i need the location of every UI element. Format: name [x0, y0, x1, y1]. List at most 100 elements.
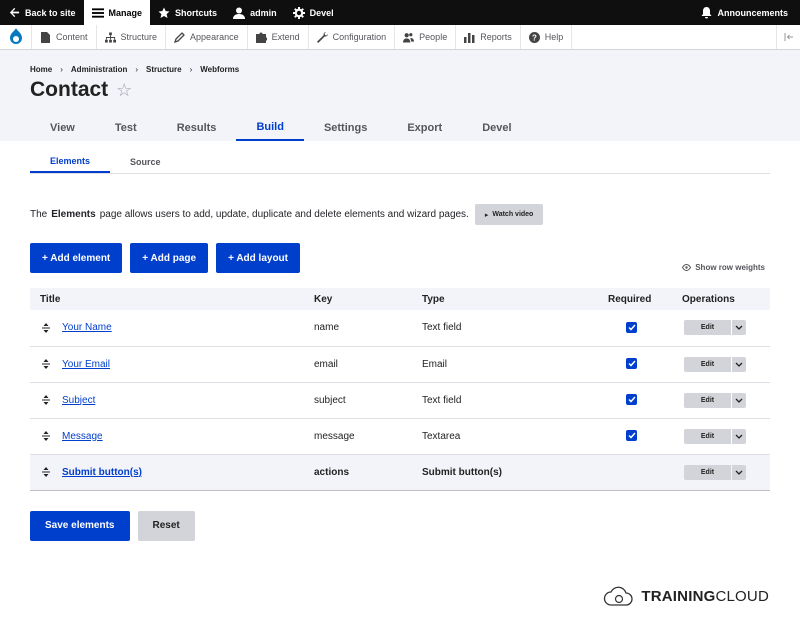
devel-tab[interactable]: Devel: [285, 0, 342, 25]
add-element-button[interactable]: + Add element: [30, 243, 123, 273]
tray-item-configuration[interactable]: Configuration: [309, 25, 396, 49]
tab-devel[interactable]: Devel: [462, 114, 531, 141]
tray-item-extend[interactable]: Extend: [248, 25, 309, 49]
operations-dropbutton: Edit: [684, 320, 746, 336]
tab-export[interactable]: Export: [387, 114, 462, 141]
add-layout-button[interactable]: + Add layout: [216, 243, 300, 273]
dropbutton-toggle[interactable]: [732, 464, 746, 480]
tab-test[interactable]: Test: [95, 114, 157, 141]
breadcrumb-structure[interactable]: Structure: [146, 65, 182, 74]
element-title-link[interactable]: Your Name: [62, 322, 112, 333]
cell-type: Email: [412, 346, 598, 383]
element-title-link[interactable]: Subject: [62, 395, 95, 406]
required-checkbox[interactable]: [626, 430, 637, 441]
tab-elements[interactable]: Elements: [30, 151, 111, 173]
cell-key: actions: [304, 454, 412, 491]
edit-button[interactable]: Edit: [684, 464, 731, 480]
table-row: Submit button(s) actions Submit button(s) E…: [30, 454, 770, 491]
breadcrumb-webforms[interactable]: Webforms: [200, 65, 239, 74]
brand-text: TRAININGCLOUD: [641, 588, 769, 605]
breadcrumb: Home › Administration › Structure › Webf…: [30, 65, 770, 74]
breadcrumb-separator: ›: [189, 65, 193, 74]
operations-dropbutton: Edit: [684, 392, 746, 408]
tab-source[interactable]: Source: [110, 151, 181, 173]
dropbutton-toggle[interactable]: [732, 356, 746, 372]
tray-item-appearance[interactable]: Appearance: [166, 25, 248, 49]
manage-tab[interactable]: Manage: [83, 0, 151, 25]
cell-key: message: [304, 418, 412, 455]
tray-collapse-toggle[interactable]: [776, 25, 800, 49]
cell-operations: Edit: [672, 418, 770, 455]
tab-view[interactable]: View: [30, 114, 95, 141]
tray-item-help[interactable]: ? Help: [521, 25, 573, 49]
required-checkbox[interactable]: [626, 394, 637, 405]
tab-settings[interactable]: Settings: [304, 114, 387, 141]
show-row-weights-link[interactable]: Show row weights: [682, 263, 765, 272]
element-title-link[interactable]: Submit button(s): [62, 467, 142, 478]
cell-required: [598, 454, 672, 491]
admin-toolbar: Back to site Manage Shortcuts admin Deve…: [0, 0, 800, 25]
cell-title: Submit button(s): [30, 454, 304, 491]
tray-item-people[interactable]: People: [395, 25, 457, 49]
drupal-drop-icon: [9, 28, 22, 44]
announcements-tab[interactable]: Announcements: [692, 0, 800, 25]
people-icon: [403, 32, 415, 43]
brush-icon: [174, 31, 185, 43]
watch-video-button[interactable]: ▸ Watch video: [474, 204, 544, 225]
tray-item-reports[interactable]: Reports: [456, 25, 521, 49]
save-elements-button[interactable]: Save elements: [30, 510, 130, 541]
breadcrumb-home[interactable]: Home: [30, 65, 52, 74]
form-actions: Save elements Reset: [30, 510, 770, 541]
edit-button[interactable]: Edit: [684, 392, 731, 408]
element-title-link[interactable]: Your Email: [62, 359, 110, 370]
bar-chart-icon: [464, 32, 475, 43]
required-checkbox[interactable]: [626, 358, 637, 369]
cell-required: [598, 382, 672, 419]
tray-item-structure[interactable]: Structure: [97, 25, 167, 49]
dropbutton-toggle[interactable]: [732, 428, 746, 444]
breadcrumb-separator: ›: [135, 65, 139, 74]
edit-button[interactable]: Edit: [684, 428, 731, 444]
table-row: Your Name name Text field Edit: [30, 310, 770, 347]
cell-type: Submit button(s): [412, 454, 598, 491]
back-to-site-label: Back to site: [25, 7, 76, 18]
brand-rest: CLOUD: [715, 587, 769, 605]
back-to-site-link[interactable]: Back to site: [0, 0, 84, 25]
dropbutton-toggle[interactable]: [732, 320, 746, 336]
shortcut-star-icon[interactable]: ☆: [116, 80, 132, 101]
operations-dropbutton: Edit: [684, 428, 746, 444]
edit-button[interactable]: Edit: [684, 320, 731, 336]
add-page-button[interactable]: + Add page: [130, 243, 209, 273]
tray-item-content[interactable]: Content: [32, 25, 97, 49]
manage-label: Manage: [108, 7, 143, 18]
show-row-weights-label: Show row weights: [695, 263, 765, 272]
dropbutton-toggle[interactable]: [732, 392, 746, 408]
shortcuts-tab[interactable]: Shortcuts: [150, 0, 225, 25]
cell-operations: Edit: [672, 310, 770, 347]
drag-handle-icon[interactable]: [40, 322, 52, 334]
page-header: Home › Administration › Structure › Webf…: [0, 50, 800, 141]
required-checkbox[interactable]: [626, 321, 637, 333]
drag-handle-icon[interactable]: [40, 358, 52, 370]
drag-handle-icon[interactable]: [40, 394, 52, 406]
add-actions: + Add element + Add page + Add layout: [30, 243, 770, 273]
tray-item-label: Extend: [271, 32, 300, 42]
user-tab[interactable]: admin: [225, 0, 285, 25]
drupal-logo[interactable]: [0, 25, 32, 49]
element-title-link[interactable]: Message: [62, 431, 103, 442]
chevron-down-icon: [735, 470, 743, 475]
tab-build[interactable]: Build: [236, 114, 304, 141]
edit-button[interactable]: Edit: [684, 356, 731, 372]
cell-required: [598, 418, 672, 455]
tab-results[interactable]: Results: [157, 114, 237, 141]
cell-type: Textarea: [412, 418, 598, 455]
drag-handle-icon[interactable]: [40, 466, 52, 478]
description-pre: The: [30, 209, 48, 220]
header-type: Type: [412, 288, 598, 310]
cell-title: Message: [30, 418, 304, 455]
breadcrumb-administration[interactable]: Administration: [71, 65, 127, 74]
drag-handle-icon[interactable]: [40, 430, 52, 442]
devel-label: Devel: [309, 7, 334, 18]
reset-button[interactable]: Reset: [137, 510, 195, 541]
admin-tray: Content Structure Appearance Extend Conf…: [0, 25, 800, 50]
